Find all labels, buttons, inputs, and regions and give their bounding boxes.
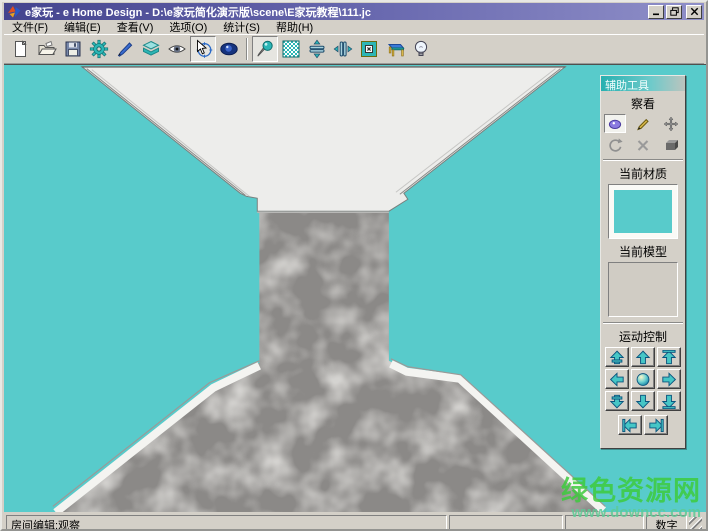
- settings-gear-icon: [89, 39, 109, 59]
- motion-control-bottom: [601, 415, 685, 435]
- layers-button[interactable]: [138, 36, 164, 62]
- furniture-table-button[interactable]: [382, 36, 408, 62]
- layers-icon: [141, 39, 161, 59]
- restore-button[interactable]: [666, 5, 682, 19]
- furniture-table-icon: [385, 39, 405, 59]
- motion-left-end-icon: [622, 418, 638, 433]
- vertical-split-icon: [333, 39, 353, 59]
- delete-tool-button[interactable]: [632, 135, 654, 154]
- panel-title-bar[interactable]: 辅助工具: [601, 76, 685, 91]
- motion-down-step-button[interactable]: [605, 391, 629, 411]
- motion-right-icon: [661, 372, 677, 387]
- separator: [603, 159, 683, 161]
- rotate-tool-icon: [607, 137, 623, 153]
- pencil-tool-button[interactable]: [632, 114, 654, 133]
- pencil-tool-icon: [635, 116, 651, 132]
- auxiliary-tools-panel: 辅助工具 察看 当前材质 当前模型 运动控制: [600, 75, 686, 449]
- motion-control-grid: [601, 347, 685, 411]
- motion-down-bottom-button[interactable]: [657, 391, 681, 411]
- minimize-icon: [652, 7, 661, 16]
- menu-bar: 文件(F)编辑(E)查看(V)选项(O)统计(S)帮助(H): [4, 20, 704, 34]
- motion-down-icon: [635, 394, 651, 409]
- box-select-button[interactable]: [356, 36, 382, 62]
- viewport-3d[interactable]: 辅助工具 察看 当前材质 当前模型 运动控制: [4, 64, 708, 512]
- status-message: 房间编辑:观察: [6, 515, 447, 530]
- checkerboard-icon: [281, 39, 301, 59]
- motion-down-bottom-icon: [661, 394, 677, 409]
- open-folder-icon: [37, 39, 57, 59]
- current-model-preview[interactable]: [608, 262, 678, 317]
- paint-brush-button[interactable]: [112, 36, 138, 62]
- select-cursor-icon: [193, 39, 213, 59]
- observe-eye-icon: [219, 39, 239, 59]
- motion-up-step-button[interactable]: [605, 347, 629, 367]
- motion-left-button[interactable]: [605, 369, 629, 389]
- save-floppy-button[interactable]: [60, 36, 86, 62]
- save-floppy-icon: [63, 39, 83, 59]
- app-icon[interactable]: [7, 4, 22, 19]
- view-tools-grid: [601, 114, 685, 154]
- settings-gear-button[interactable]: [86, 36, 112, 62]
- eye-button[interactable]: [164, 36, 190, 62]
- observe-eye-tool-icon: [607, 116, 623, 132]
- motion-right-button[interactable]: [657, 369, 681, 389]
- light-bulb-icon: [411, 39, 431, 59]
- observe-eye-tool-button[interactable]: [604, 114, 626, 133]
- material-pin-button[interactable]: [252, 36, 278, 62]
- app-window: e家玩 - e Home Design - D:\e家玩简化演示版\scene\…: [0, 0, 708, 531]
- separator: [603, 322, 683, 324]
- motion-up-top-icon: [661, 350, 677, 365]
- num-lock-indicator: 数字: [646, 515, 687, 530]
- light-bulb-button[interactable]: [408, 36, 434, 62]
- delete-tool-icon: [635, 137, 651, 153]
- solid-tool-button[interactable]: [660, 135, 682, 154]
- material-pin-icon: [255, 39, 275, 59]
- current-material-label: 当前材质: [601, 165, 685, 182]
- restore-icon: [670, 7, 679, 16]
- toolbar: [4, 34, 704, 64]
- horizontal-split-icon: [307, 39, 327, 59]
- motion-down-step-icon: [609, 394, 625, 409]
- motion-ball-icon: [635, 372, 651, 387]
- motion-up-icon: [635, 350, 651, 365]
- motion-left-icon: [609, 372, 625, 387]
- horizontal-split-button[interactable]: [304, 36, 330, 62]
- current-model-label: 当前模型: [601, 243, 685, 260]
- motion-left-end-button[interactable]: [618, 415, 642, 435]
- toolbar-separator: [246, 38, 248, 60]
- rotate-tool-button[interactable]: [604, 135, 626, 154]
- open-folder-button[interactable]: [34, 36, 60, 62]
- motion-up-top-button[interactable]: [657, 347, 681, 367]
- checkerboard-button[interactable]: [278, 36, 304, 62]
- status-bar: 房间编辑:观察 数字: [4, 512, 704, 531]
- view-section-label: 察看: [601, 95, 685, 112]
- motion-ball-button[interactable]: [631, 369, 655, 389]
- motion-right-end-button[interactable]: [644, 415, 668, 435]
- new-document-button[interactable]: [8, 36, 34, 62]
- close-icon: [690, 7, 699, 16]
- eye-icon: [167, 39, 187, 59]
- motion-up-button[interactable]: [631, 347, 655, 367]
- motion-right-end-icon: [648, 418, 664, 433]
- resize-grip[interactable]: [689, 517, 702, 530]
- minimize-button[interactable]: [648, 5, 664, 19]
- move-tool-icon: [663, 116, 679, 132]
- current-material-preview[interactable]: [608, 184, 678, 239]
- material-swatch: [614, 190, 672, 233]
- motion-down-button[interactable]: [631, 391, 655, 411]
- motion-up-step-icon: [609, 350, 625, 365]
- box-select-icon: [359, 39, 379, 59]
- solid-tool-icon: [663, 137, 679, 153]
- observe-eye-button[interactable]: [216, 36, 242, 62]
- vertical-split-button[interactable]: [330, 36, 356, 62]
- motion-control-label: 运动控制: [601, 328, 685, 345]
- paint-brush-icon: [115, 39, 135, 59]
- status-panel-2: [449, 515, 563, 530]
- status-panel-3: [565, 515, 644, 530]
- close-button[interactable]: [686, 5, 702, 19]
- new-document-icon: [11, 39, 31, 59]
- move-tool-button[interactable]: [660, 114, 682, 133]
- select-cursor-button[interactable]: [190, 36, 216, 62]
